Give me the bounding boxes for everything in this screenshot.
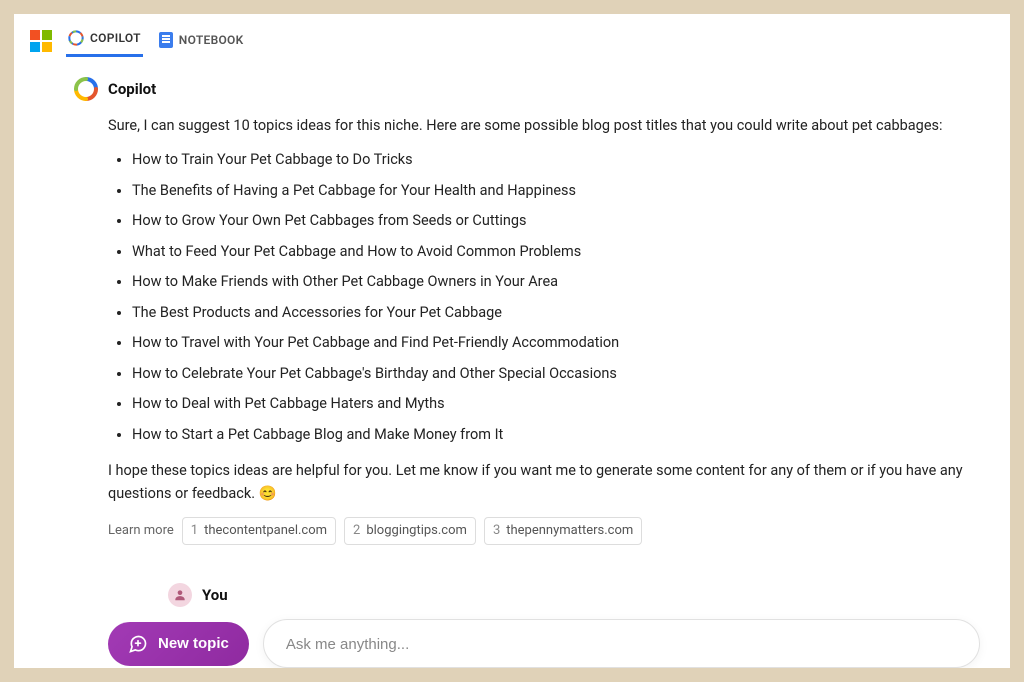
bottom-bar: New topic [14, 607, 1010, 668]
list-item: The Best Products and Accessories for Yo… [132, 302, 980, 324]
copilot-logo-icon [74, 77, 98, 101]
citation-number: 1 [191, 521, 198, 541]
message-header: Copilot [74, 77, 980, 101]
chat-area: Copilot Sure, I can suggest 10 topics id… [14, 57, 1010, 607]
list-item: How to Make Friends with Other Pet Cabba… [132, 271, 980, 293]
message-intro: Sure, I can suggest 10 topics ideas for … [108, 115, 980, 137]
list-item: How to Deal with Pet Cabbage Haters and … [132, 393, 980, 415]
list-item: How to Celebrate Your Pet Cabbage's Birt… [132, 363, 980, 385]
list-item: How to Travel with Your Pet Cabbage and … [132, 332, 980, 354]
new-topic-button[interactable]: New topic [108, 622, 249, 666]
learn-more-row: Learn more 1 thecontentpanel.com 2 blogg… [108, 517, 980, 545]
list-item: How to Train Your Pet Cabbage to Do Tric… [132, 149, 980, 171]
ask-input-container[interactable] [263, 619, 980, 668]
topics-list: How to Train Your Pet Cabbage to Do Tric… [108, 149, 980, 446]
copilot-icon [68, 30, 84, 46]
message-body: Sure, I can suggest 10 topics ideas for … [74, 115, 980, 545]
app-window: COPILOT NOTEBOOK Copilot Sure, I can sug… [14, 14, 1010, 668]
you-row: You [74, 583, 980, 607]
user-avatar-icon [168, 583, 192, 607]
citation-site: thecontentpanel.com [204, 521, 327, 541]
citation-chip[interactable]: 2 bloggingtips.com [344, 517, 476, 545]
citation-chip[interactable]: 1 thecontentpanel.com [182, 517, 336, 545]
notebook-icon [159, 32, 173, 48]
list-item: The Benefits of Having a Pet Cabbage for… [132, 180, 980, 202]
citation-site: thepennymatters.com [506, 521, 633, 541]
list-item: How to Grow Your Own Pet Cabbages from S… [132, 210, 980, 232]
tab-notebook[interactable]: NOTEBOOK [157, 26, 246, 56]
you-label: You [202, 586, 228, 604]
learn-more-label: Learn more [108, 521, 174, 541]
new-topic-icon [128, 634, 148, 654]
citation-site: bloggingtips.com [366, 521, 467, 541]
message-sender: Copilot [108, 80, 156, 98]
citation-chip[interactable]: 3 thepennymatters.com [484, 517, 642, 545]
microsoft-logo-icon [30, 30, 52, 52]
ask-input[interactable] [286, 636, 957, 653]
citation-number: 3 [493, 521, 500, 541]
list-item: How to Start a Pet Cabbage Blog and Make… [132, 424, 980, 446]
tab-label: COPILOT [90, 31, 141, 45]
new-topic-label: New topic [158, 635, 229, 652]
message-outro: I hope these topics ideas are helpful fo… [108, 460, 980, 505]
citation-number: 2 [353, 521, 360, 541]
list-item: What to Feed Your Pet Cabbage and How to… [132, 241, 980, 263]
tab-label: NOTEBOOK [179, 33, 244, 47]
top-tabs: COPILOT NOTEBOOK [14, 14, 1010, 57]
tab-copilot[interactable]: COPILOT [66, 24, 143, 57]
